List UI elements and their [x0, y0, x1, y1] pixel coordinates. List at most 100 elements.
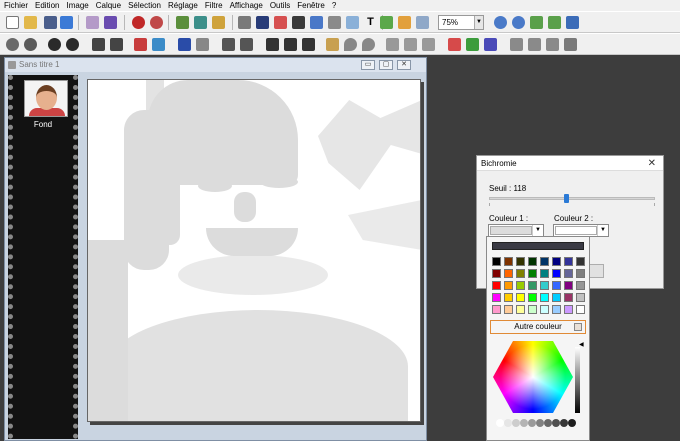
drop-icon[interactable]: [344, 38, 357, 51]
menu-item-3[interactable]: Calque: [96, 0, 121, 11]
gamma-icon[interactable]: [92, 38, 105, 51]
resize-icon[interactable]: [328, 16, 341, 29]
color-swatch[interactable]: [552, 269, 561, 278]
color-swatch[interactable]: [576, 293, 585, 302]
star-icon[interactable]: [398, 16, 411, 29]
color-swatch[interactable]: [564, 269, 573, 278]
color-swatch[interactable]: [564, 257, 573, 266]
rgb-plus-icon[interactable]: [152, 38, 165, 51]
redo-icon[interactable]: [150, 16, 163, 29]
gray-swatch[interactable]: [504, 419, 512, 427]
fit-width-icon[interactable]: [548, 16, 561, 29]
dialog-titlebar[interactable]: Bichromie ✕: [477, 156, 663, 171]
color-swatch[interactable]: [516, 305, 525, 314]
text-icon[interactable]: T: [364, 16, 377, 29]
grid-effect-icon[interactable]: [266, 38, 279, 51]
menu-item-6[interactable]: Filtre: [205, 0, 223, 11]
menu-item-0[interactable]: Fichier: [4, 0, 28, 11]
mountain3-icon[interactable]: [422, 38, 435, 51]
color-swatch[interactable]: [576, 281, 585, 290]
color-swatch[interactable]: [576, 305, 585, 314]
menu-item-8[interactable]: Outils: [270, 0, 290, 11]
gray-swatch[interactable]: [496, 419, 504, 427]
color-balance-icon[interactable]: [448, 38, 461, 51]
color-hexagon-picker[interactable]: [493, 341, 573, 413]
color-swatch[interactable]: [504, 281, 513, 290]
zoom-select[interactable]: 75% ▼: [438, 15, 484, 30]
menu-item-2[interactable]: Image: [66, 0, 88, 11]
color-swatch[interactable]: [552, 281, 561, 290]
contrast-plus-icon[interactable]: [66, 38, 79, 51]
noise-icon[interactable]: [284, 38, 297, 51]
color-swatch[interactable]: [528, 281, 537, 290]
color-swatch[interactable]: [516, 257, 525, 266]
color-swatch[interactable]: [564, 293, 573, 302]
color-swatch[interactable]: [516, 281, 525, 290]
color-swatch[interactable]: [528, 305, 537, 314]
gray-swatch[interactable]: [552, 419, 560, 427]
document-titlebar[interactable]: Sans titre 1 ▭ ▢ ✕: [5, 58, 426, 72]
window-icon[interactable]: [416, 16, 429, 29]
color-swatch[interactable]: [492, 305, 501, 314]
color-swatch[interactable]: [528, 293, 537, 302]
mountain-icon[interactable]: [386, 38, 399, 51]
rotate-icon[interactable]: [346, 16, 359, 29]
fit-icon[interactable]: [530, 16, 543, 29]
magnify-icon[interactable]: [6, 38, 19, 51]
chevron-down-icon[interactable]: ▼: [532, 225, 543, 236]
menu-item-1[interactable]: Edition: [35, 0, 59, 11]
open-icon[interactable]: [24, 16, 37, 29]
menu-item-9[interactable]: Fenêtre: [297, 0, 325, 11]
mountain2-icon[interactable]: [404, 38, 417, 51]
gray-swatch[interactable]: [520, 419, 528, 427]
color-swatch[interactable]: [552, 293, 561, 302]
color-swatch[interactable]: [576, 269, 585, 278]
palette-icon[interactable]: [274, 16, 287, 29]
color-swatch[interactable]: [552, 257, 561, 266]
copy-icon[interactable]: [194, 16, 207, 29]
color-swatch[interactable]: [540, 257, 549, 266]
color-swatch[interactable]: [504, 293, 513, 302]
dialog-close-button[interactable]: ✕: [648, 156, 656, 171]
gray-swatch[interactable]: [568, 419, 576, 427]
color-swatch[interactable]: [552, 305, 561, 314]
zoom-out-icon[interactable]: [512, 16, 525, 29]
scan-icon[interactable]: [104, 16, 117, 29]
color-swatch[interactable]: [492, 269, 501, 278]
rgb-icon[interactable]: [134, 38, 147, 51]
cut-icon[interactable]: [176, 16, 189, 29]
crop-icon[interactable]: [310, 16, 323, 29]
gamma-plus-icon[interactable]: [110, 38, 123, 51]
seuil-slider-thumb[interactable]: [564, 194, 570, 203]
gray-swatch[interactable]: [544, 419, 552, 427]
color-swatch[interactable]: [564, 281, 573, 290]
color-swatch[interactable]: [504, 305, 513, 314]
close-button[interactable]: ✕: [397, 60, 411, 70]
saturation-icon[interactable]: [484, 38, 497, 51]
zoom-in-icon[interactable]: [494, 16, 507, 29]
magnify-plus-icon[interactable]: [24, 38, 37, 51]
contrast-icon[interactable]: [48, 38, 61, 51]
layer-thumbnail[interactable]: [24, 80, 68, 117]
gray-swatch[interactable]: [536, 419, 544, 427]
maximize-button[interactable]: ▢: [379, 60, 393, 70]
autocontrast-icon[interactable]: [240, 38, 253, 51]
grid-icon[interactable]: [256, 16, 269, 29]
menu-item-10[interactable]: ?: [332, 0, 336, 11]
color-swatch[interactable]: [492, 293, 501, 302]
color-swatch[interactable]: [540, 305, 549, 314]
color-swatch[interactable]: [528, 269, 537, 278]
grayscale-row[interactable]: [492, 417, 586, 431]
fullscreen-icon[interactable]: [566, 16, 579, 29]
menu-item-5[interactable]: Réglage: [168, 0, 198, 11]
autre-couleur-button[interactable]: Autre couleur: [490, 320, 586, 334]
menu-item-4[interactable]: Sélection: [128, 0, 161, 11]
levels-icon[interactable]: [178, 38, 191, 51]
seuil-slider[interactable]: [489, 194, 655, 203]
color-swatch[interactable]: [540, 293, 549, 302]
color-swatch[interactable]: [576, 257, 585, 266]
color-swatch[interactable]: [564, 305, 573, 314]
minimize-button[interactable]: ▭: [361, 60, 375, 70]
gray-swatch[interactable]: [528, 419, 536, 427]
color-swatch[interactable]: [540, 269, 549, 278]
